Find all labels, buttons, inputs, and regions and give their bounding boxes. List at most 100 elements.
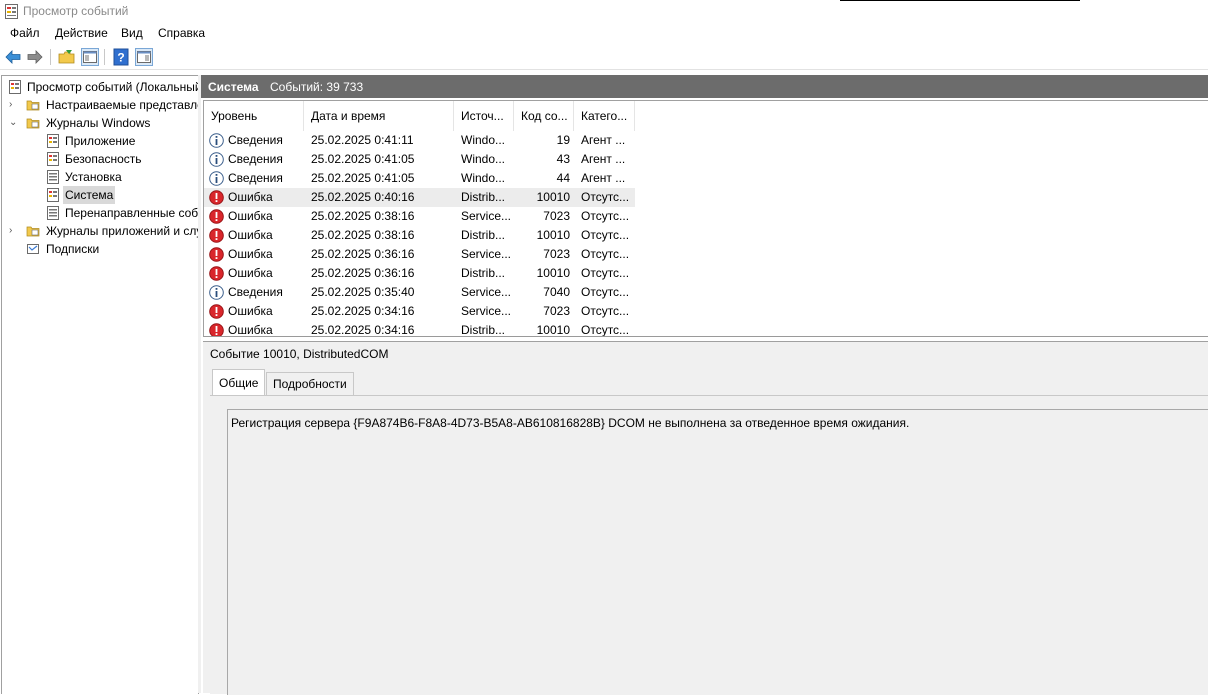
column-header-datetime[interactable]: Дата и время <box>304 101 454 131</box>
table-row[interactable]: Ошибка 25.02.2025 0:38:16 Service... 7023 От… <box>204 207 635 226</box>
cell-event-id: 10010 <box>536 266 570 280</box>
log-header: Система Событий: 39 733 <box>201 75 1208 98</box>
table-row[interactable]: Сведения 25.02.2025 0:41:11 Windo... 19 Аген… <box>204 131 635 150</box>
cell-source: Windo... <box>461 152 506 166</box>
action-pane-icon[interactable] <box>135 48 153 66</box>
cell-category: Агент ... <box>581 152 626 166</box>
pane-splitter[interactable] <box>198 75 201 693</box>
cell-datetime: 25.02.2025 0:38:16 <box>311 228 415 242</box>
table-row[interactable]: Сведения 25.02.2025 0:35:40 Service... 7040… <box>204 283 635 302</box>
tree-item-label: Просмотр событий (Локальный) <box>27 80 199 94</box>
table-header: Уровень Дата и время Источ... Код со... … <box>204 101 636 131</box>
cell-source: Service... <box>461 304 512 318</box>
toolbar-separator <box>50 49 51 65</box>
tree-item-label: Приложение <box>65 134 136 148</box>
cell-category: Отсутс... <box>581 228 630 242</box>
tree-item-label: Установка <box>65 170 122 184</box>
cell-category: Отсутс... <box>581 190 630 204</box>
log-icon <box>47 188 59 202</box>
cell-category: Отсутс... <box>581 266 630 280</box>
table-row[interactable]: Ошибка 25.02.2025 0:40:16 Distrib... 10010 О… <box>204 188 635 207</box>
menu-help[interactable]: Справка <box>158 26 205 40</box>
table-row[interactable]: Ошибка 25.02.2025 0:38:16 Distrib... 10010 О… <box>204 226 635 245</box>
log-icon <box>47 152 59 166</box>
cell-event-id: 7023 <box>543 247 570 261</box>
table-row[interactable]: Ошибка 25.02.2025 0:34:16 Distrib... 10010 О… <box>204 321 635 337</box>
log-icon <box>47 170 59 184</box>
tab-general[interactable]: Общие <box>212 369 266 396</box>
error-icon <box>209 304 224 319</box>
error-icon <box>209 190 224 205</box>
event-detail-pane: Общие Подробности Регистрация сервера {F… <box>203 366 1208 695</box>
cell-category: Агент ... <box>581 133 626 147</box>
log-name: Система <box>208 80 259 94</box>
toolbar: ? <box>0 45 1208 70</box>
forward-arrow-icon[interactable] <box>26 48 44 66</box>
cell-level: Ошибка <box>228 323 273 337</box>
table-row[interactable]: Ошибка 25.02.2025 0:36:16 Service... 7023 От… <box>204 245 635 264</box>
column-header-category[interactable]: Катего... <box>574 101 635 131</box>
cell-datetime: 25.02.2025 0:38:16 <box>311 209 415 223</box>
cell-category: Агент ... <box>581 171 626 185</box>
cell-category: Отсутс... <box>581 304 630 318</box>
menu-view[interactable]: Вид <box>121 26 143 40</box>
menu-bar: Файл Действие Вид Справка <box>0 23 1208 43</box>
column-header-level[interactable]: Уровень <box>204 101 304 131</box>
collapse-arrow-icon[interactable]: ⌄ <box>9 114 19 132</box>
expand-arrow-icon[interactable]: › <box>9 96 19 114</box>
tab-details[interactable]: Подробности <box>266 372 354 395</box>
error-icon <box>209 266 224 281</box>
cell-source: Windo... <box>461 171 506 185</box>
cell-level: Ошибка <box>228 209 273 223</box>
error-icon <box>209 209 224 224</box>
menu-file[interactable]: Файл <box>10 26 40 40</box>
show-pane-icon[interactable] <box>81 48 99 66</box>
info-icon <box>209 171 224 186</box>
tab-panel: Регистрация сервера {F9A874B6-F8A8-4D73-… <box>210 395 1208 695</box>
table-row[interactable]: Сведения 25.02.2025 0:41:05 Windo... 43 Аген… <box>204 150 635 169</box>
column-header-event-id[interactable]: Код со... <box>514 101 574 131</box>
table-row[interactable]: Ошибка 25.02.2025 0:36:16 Distrib... 10010 О… <box>204 264 635 283</box>
cell-source: Distrib... <box>461 228 506 242</box>
table-row[interactable]: Ошибка 25.02.2025 0:34:16 Service... 7023 От… <box>204 302 635 321</box>
cell-source: Service... <box>461 247 512 261</box>
column-header-source[interactable]: Источ... <box>454 101 514 131</box>
event-detail-title: Событие 10010, DistributedCOM <box>210 347 389 361</box>
cell-datetime: 25.02.2025 0:41:11 <box>311 133 414 147</box>
cell-level: Ошибка <box>228 190 273 204</box>
event-message: Регистрация сервера {F9A874B6-F8A8-4D73-… <box>231 416 910 430</box>
cell-event-id: 10010 <box>536 228 570 242</box>
cell-event-id: 10010 <box>536 190 570 204</box>
event-message-box[interactable]: Регистрация сервера {F9A874B6-F8A8-4D73-… <box>227 409 1208 695</box>
event-count: Событий: 39 733 <box>270 80 364 94</box>
tree-item-label: Журналы Windows <box>46 116 151 130</box>
cell-level: Ошибка <box>228 304 273 318</box>
cell-category: Отсутс... <box>581 247 630 261</box>
help-icon[interactable]: ? <box>112 48 130 66</box>
cell-level: Ошибка <box>228 228 273 242</box>
cell-level: Сведения <box>228 133 283 147</box>
event-viewer-icon <box>5 4 18 19</box>
error-icon <box>209 228 224 243</box>
error-icon <box>209 247 224 262</box>
cell-level: Сведения <box>228 152 283 166</box>
navigation-tree: Просмотр событий (Локальный) › Настраива… <box>1 75 199 694</box>
info-icon <box>209 133 224 148</box>
cell-datetime: 25.02.2025 0:34:16 <box>311 323 415 337</box>
cell-source: Service... <box>461 209 512 223</box>
tree-item-label: Подписки <box>46 242 100 256</box>
back-arrow-icon[interactable] <box>4 48 22 66</box>
cell-event-id: 7040 <box>543 285 570 299</box>
menu-action[interactable]: Действие <box>55 26 108 40</box>
info-icon <box>209 285 224 300</box>
cell-datetime: 25.02.2025 0:41:05 <box>311 152 415 166</box>
cell-datetime: 25.02.2025 0:34:16 <box>311 304 415 318</box>
cell-level: Ошибка <box>228 266 273 280</box>
expand-arrow-icon[interactable]: › <box>9 222 19 240</box>
cell-event-id: 10010 <box>536 323 570 337</box>
open-folder-icon[interactable] <box>58 48 76 66</box>
cell-event-id: 7023 <box>543 304 570 318</box>
table-row[interactable]: Сведения 25.02.2025 0:41:05 Windo... 44 Аген… <box>204 169 635 188</box>
log-icon <box>47 206 59 220</box>
error-icon <box>209 323 224 336</box>
